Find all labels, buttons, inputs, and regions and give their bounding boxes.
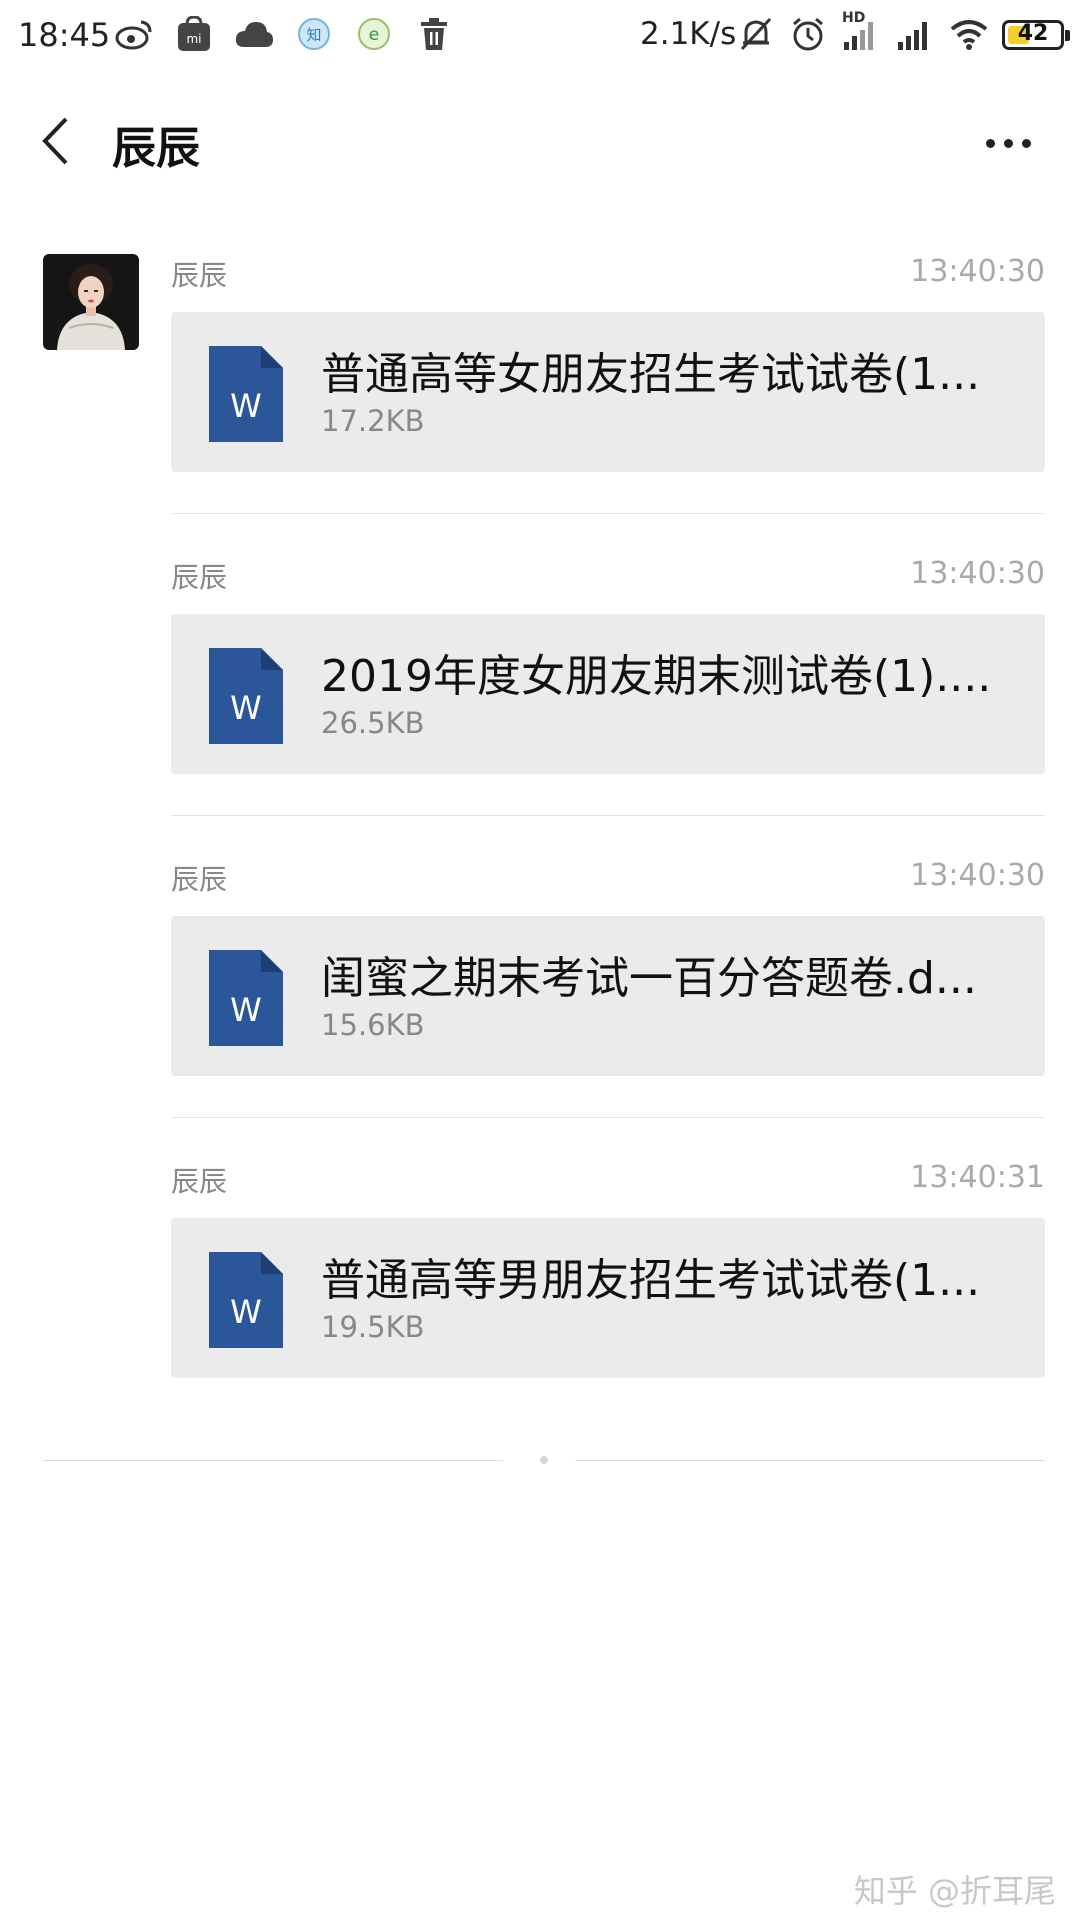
file-card[interactable]: W 普通高等女朋友招生考试试卷(1... 17.2KB	[171, 312, 1045, 472]
file-size: 19.5KB	[321, 1310, 425, 1344]
svg-text:e: e	[369, 25, 379, 45]
word-icon-letter: W	[230, 991, 262, 1029]
message-time: 13:40:30	[910, 254, 1045, 289]
chevron-left-icon	[42, 117, 68, 165]
end-dot	[540, 1456, 548, 1464]
word-icon-letter: W	[230, 1293, 262, 1331]
weibo-icon	[114, 14, 154, 54]
file-size: 26.5KB	[321, 706, 425, 740]
signal-hd-icon: HD	[842, 10, 880, 52]
file-card[interactable]: W 2019年度女朋友期末测试卷(1).... 26.5KB	[171, 614, 1045, 774]
mi-store-icon: mi	[174, 14, 214, 54]
page-title: 辰辰	[112, 123, 200, 174]
watermark: 知乎 @折耳尾	[853, 1872, 1056, 1910]
file-name: 闺蜜之期末考试一百分答题卷.d...	[321, 953, 977, 1004]
svg-text:mi: mi	[186, 32, 201, 46]
message-divider	[171, 513, 1045, 514]
file-card[interactable]: W 闺蜜之期末考试一百分答题卷.d... 15.6KB	[171, 916, 1045, 1076]
word-icon-letter: W	[230, 387, 262, 425]
sender-name: 辰辰	[171, 259, 228, 292]
cloud-icon	[234, 14, 274, 54]
message-time: 13:40:31	[910, 1160, 1045, 1195]
word-file-icon: W	[209, 346, 283, 442]
message-divider	[171, 815, 1045, 816]
sender-name: 辰辰	[171, 1165, 228, 1198]
wifi-icon	[950, 18, 988, 50]
battery-percent: 42	[1017, 21, 1049, 46]
end-divider-left	[43, 1460, 503, 1461]
trash-icon	[414, 14, 454, 54]
back-button[interactable]	[30, 112, 80, 170]
message-time: 13:40:30	[910, 858, 1045, 893]
battery-nub	[1065, 30, 1070, 41]
word-file-icon: W	[209, 1252, 283, 1348]
end-divider-right	[575, 1460, 1045, 1461]
word-file-icon: W	[209, 950, 283, 1046]
browser-icon: e	[354, 14, 394, 54]
file-size: 15.6KB	[321, 1008, 425, 1042]
file-card[interactable]: W 普通高等男朋友招生考试试卷(1... 19.5KB	[171, 1218, 1045, 1378]
mute-bell-icon	[738, 16, 774, 52]
svg-text:知: 知	[306, 26, 321, 44]
message-time: 13:40:30	[910, 556, 1045, 591]
file-size: 17.2KB	[321, 404, 425, 438]
chat-header: 辰辰	[0, 90, 1080, 190]
sender-name: 辰辰	[171, 863, 228, 896]
status-right-icons: HD	[738, 10, 988, 54]
file-name: 2019年度女朋友期末测试卷(1)....	[321, 651, 992, 702]
status-time: 18:45	[18, 16, 111, 54]
status-left-icons: mi 知 e	[114, 14, 454, 54]
word-file-icon: W	[209, 648, 283, 744]
file-message: 辰辰 13:40:30 W 普通高等女朋友招生考试试卷(1... 17.2KB	[171, 254, 1045, 474]
more-dots-icon	[985, 138, 995, 148]
message-divider	[171, 1117, 1045, 1118]
status-bar: 18:45 mi 知 e 2.1K/s HD 42	[0, 0, 1080, 72]
sender-name: 辰辰	[171, 561, 228, 594]
alarm-icon	[790, 16, 826, 52]
file-name: 普通高等女朋友招生考试试卷(1...	[321, 349, 981, 400]
battery-icon: 42	[1002, 20, 1070, 50]
file-name: 普通高等男朋友招生考试试卷(1...	[321, 1255, 981, 1306]
word-icon-letter: W	[230, 689, 262, 727]
network-speed: 2.1K/s	[640, 16, 737, 52]
signal-icon	[896, 16, 934, 52]
file-message: 辰辰 13:40:30 W 2019年度女朋友期末测试卷(1).... 26.5KB	[171, 556, 1045, 776]
more-options-button[interactable]	[978, 128, 1038, 158]
hd-label: HD	[842, 10, 866, 26]
avatar[interactable]	[43, 254, 139, 350]
zhihu-app-icon: 知	[294, 14, 334, 54]
file-message: 辰辰 13:40:31 W 普通高等男朋友招生考试试卷(1... 19.5KB	[171, 1160, 1045, 1380]
file-message: 辰辰 13:40:30 W 闺蜜之期末考试一百分答题卷.d... 15.6KB	[171, 858, 1045, 1078]
